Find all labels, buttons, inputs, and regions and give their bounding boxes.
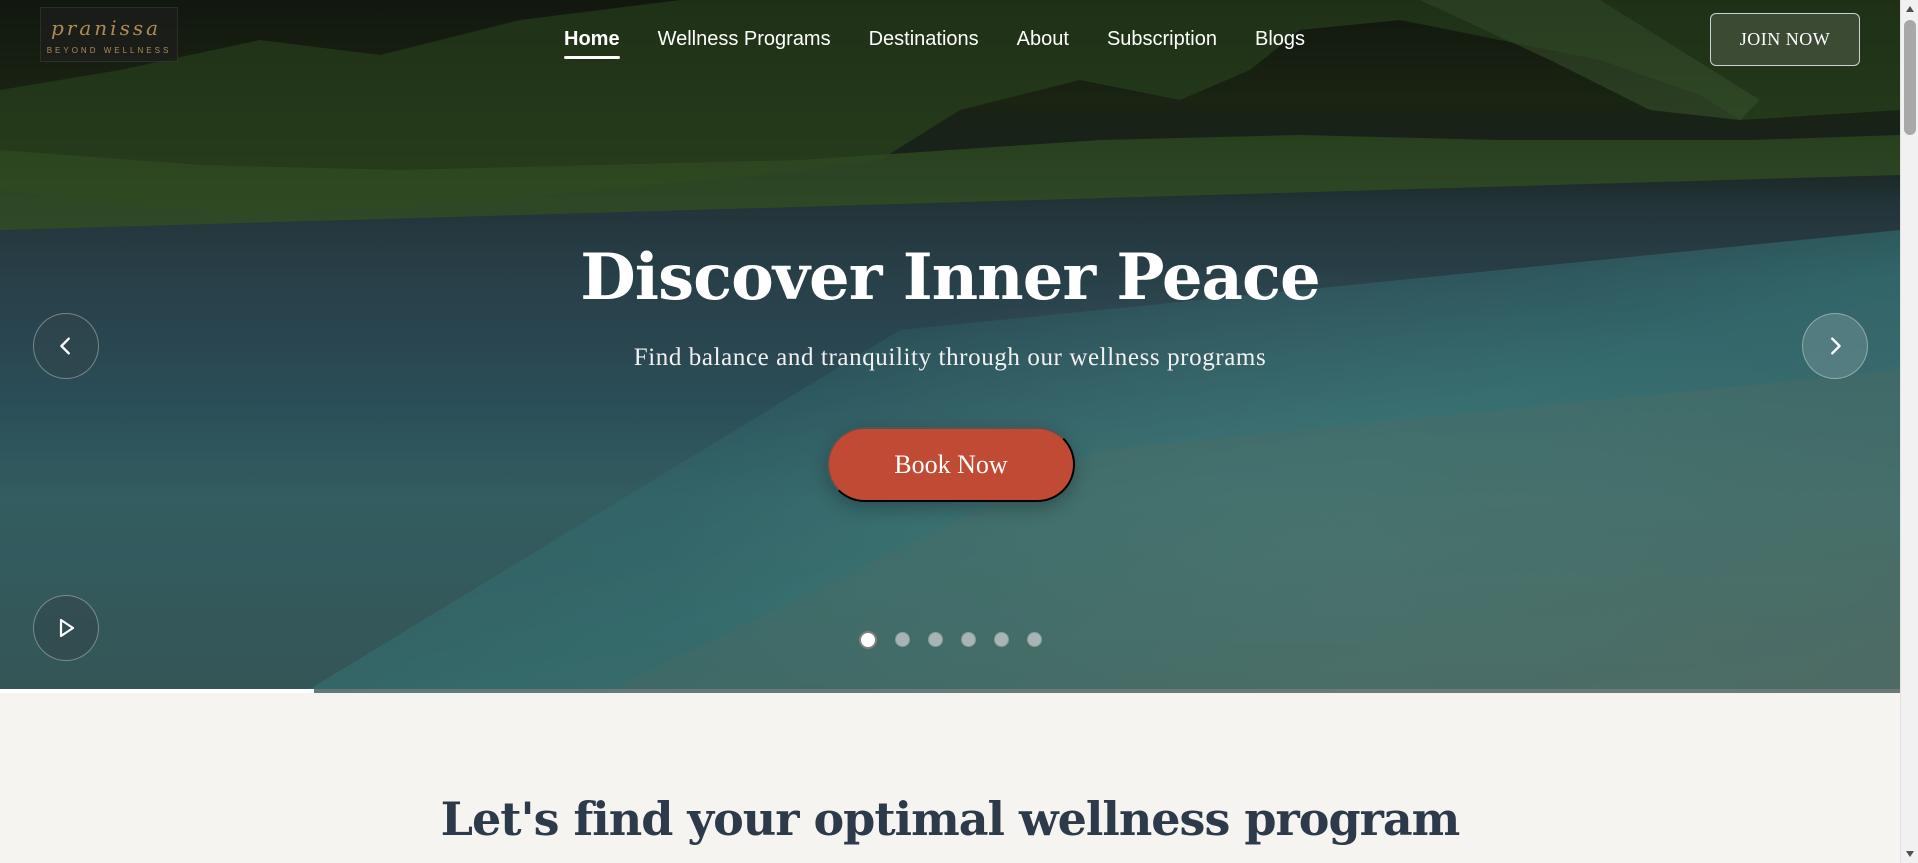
slide-progress-fill [0,689,314,693]
nav-item-destinations[interactable]: Destinations [869,28,979,59]
nav-item-blogs[interactable]: Blogs [1255,28,1305,59]
logo-tagline: BEYOND WELLNESS [46,46,172,55]
scroll-up-arrow[interactable] [1901,0,1918,18]
chevron-right-icon [1831,337,1841,355]
hero-title: Discover Inner Peace [580,240,1320,315]
carousel-dot-6[interactable] [1027,632,1042,647]
carousel-dot-3[interactable] [928,632,943,647]
carousel-dots [859,631,1060,649]
triangle-down-icon [1906,851,1914,857]
scroll-thumb[interactable] [1904,20,1916,135]
section-title: Let's find your optimal wellness program [440,792,1461,846]
page: pranissa BEYOND WELLNESS Home Wellness P… [0,0,1900,863]
carousel-dot-4[interactable] [961,632,976,647]
carousel-dot-5[interactable] [994,632,1009,647]
nav-item-about[interactable]: About [1017,28,1069,59]
hero-subtitle: Find balance and tranquility through our… [633,344,1267,371]
nav-item-subscription[interactable]: Subscription [1107,28,1217,59]
main-nav: Home Wellness Programs Destinations Abou… [564,28,1343,59]
chevron-left-icon [60,337,70,355]
brand-logo[interactable]: pranissa BEYOND WELLNESS [40,7,178,62]
hero-carousel: pranissa BEYOND WELLNESS Home Wellness P… [0,0,1900,693]
carousel-prev-button[interactable] [33,313,99,379]
triangle-up-icon [1906,6,1914,12]
play-icon [59,618,75,638]
carousel-dot-2[interactable] [895,632,910,647]
nav-item-home[interactable]: Home [564,28,620,59]
slide-progress-bar [0,689,1900,693]
page-scrollbar[interactable] [1900,0,1918,863]
carousel-next-button[interactable] [1802,313,1868,379]
join-now-button[interactable]: JOIN NOW [1710,13,1860,66]
logo-script-text: pranissa [51,16,162,40]
book-now-button[interactable]: Book Now [827,427,1075,502]
scroll-down-arrow[interactable] [1901,845,1918,863]
carousel-dot-1[interactable] [859,631,877,649]
nav-item-wellness-programs[interactable]: Wellness Programs [658,28,831,59]
carousel-play-button[interactable] [33,595,99,661]
